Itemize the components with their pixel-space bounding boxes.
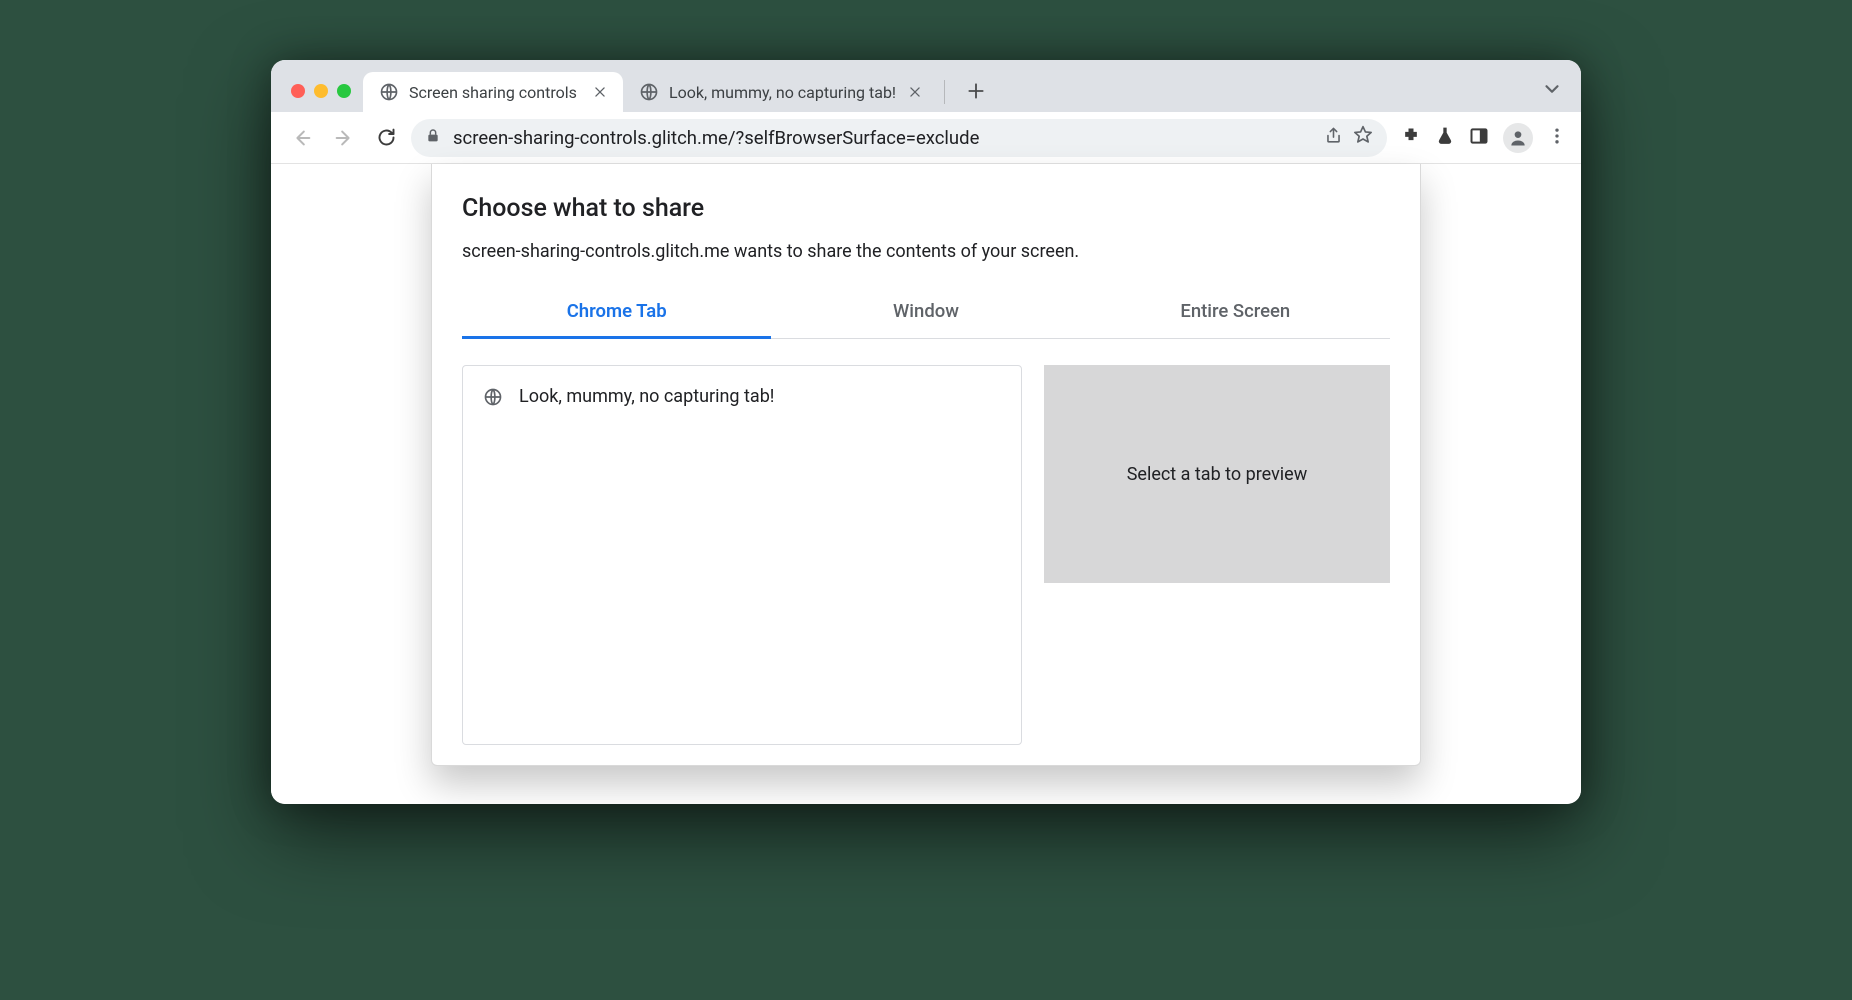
globe-icon — [379, 82, 399, 102]
minimize-window-button[interactable] — [314, 84, 328, 98]
forward-button[interactable] — [327, 121, 361, 155]
tab-list: Look, mummy, no capturing tab! — [462, 365, 1022, 745]
browser-toolbar: screen-sharing-controls.glitch.me/?selfB… — [271, 112, 1581, 164]
omnibox-actions — [1324, 125, 1373, 150]
window-controls — [281, 84, 363, 112]
reload-button[interactable] — [369, 121, 403, 155]
address-bar[interactable]: screen-sharing-controls.glitch.me/?selfB… — [411, 119, 1387, 157]
dialog-tab-entire-screen[interactable]: Entire Screen — [1081, 290, 1390, 339]
side-panel-icon[interactable] — [1469, 126, 1489, 150]
tabs-dropdown-button[interactable] — [1541, 78, 1563, 104]
toolbar-icons — [1401, 123, 1567, 153]
page-content: Choose what to share screen-sharing-cont… — [271, 164, 1581, 804]
tab-list-item[interactable]: Look, mummy, no capturing tab! — [481, 382, 1003, 411]
globe-icon — [483, 387, 503, 407]
close-window-button[interactable] — [291, 84, 305, 98]
labs-icon[interactable] — [1435, 126, 1455, 150]
tabs-divider — [944, 80, 945, 104]
tab-strip: Screen sharing controls Look, mummy, no … — [271, 60, 1581, 112]
bookmark-icon[interactable] — [1353, 125, 1373, 150]
maximize-window-button[interactable] — [337, 84, 351, 98]
globe-icon — [639, 82, 659, 102]
close-tab-button[interactable] — [906, 83, 924, 101]
dialog-subtitle: screen-sharing-controls.glitch.me wants … — [462, 241, 1390, 262]
dialog-title: Choose what to share — [462, 194, 1390, 223]
tabs-container: Screen sharing controls Look, mummy, no … — [363, 72, 1571, 112]
back-button[interactable] — [285, 121, 319, 155]
browser-tab-active[interactable]: Screen sharing controls — [363, 72, 623, 112]
profile-avatar[interactable] — [1503, 123, 1533, 153]
close-tab-button[interactable] — [591, 83, 609, 101]
tab-list-item-title: Look, mummy, no capturing tab! — [519, 386, 774, 407]
browser-tab[interactable]: Look, mummy, no capturing tab! — [623, 72, 938, 112]
tab-title: Screen sharing controls — [409, 83, 581, 102]
new-tab-button[interactable] — [959, 74, 993, 108]
url-text: screen-sharing-controls.glitch.me/?selfB… — [453, 127, 979, 149]
browser-window: Screen sharing controls Look, mummy, no … — [271, 60, 1581, 804]
menu-button[interactable] — [1547, 126, 1567, 150]
dialog-body: Look, mummy, no capturing tab! Select a … — [462, 339, 1390, 745]
preview-pane: Select a tab to preview — [1044, 365, 1390, 583]
preview-placeholder: Select a tab to preview — [1127, 464, 1308, 485]
dialog-tab-chrome-tab[interactable]: Chrome Tab — [462, 290, 771, 339]
extensions-icon[interactable] — [1401, 126, 1421, 150]
share-icon[interactable] — [1324, 126, 1343, 150]
tab-title: Look, mummy, no capturing tab! — [669, 83, 896, 102]
lock-icon — [425, 127, 441, 149]
share-dialog: Choose what to share screen-sharing-cont… — [431, 164, 1421, 766]
dialog-tabs: Chrome Tab Window Entire Screen — [462, 290, 1390, 339]
dialog-tab-window[interactable]: Window — [771, 290, 1080, 339]
